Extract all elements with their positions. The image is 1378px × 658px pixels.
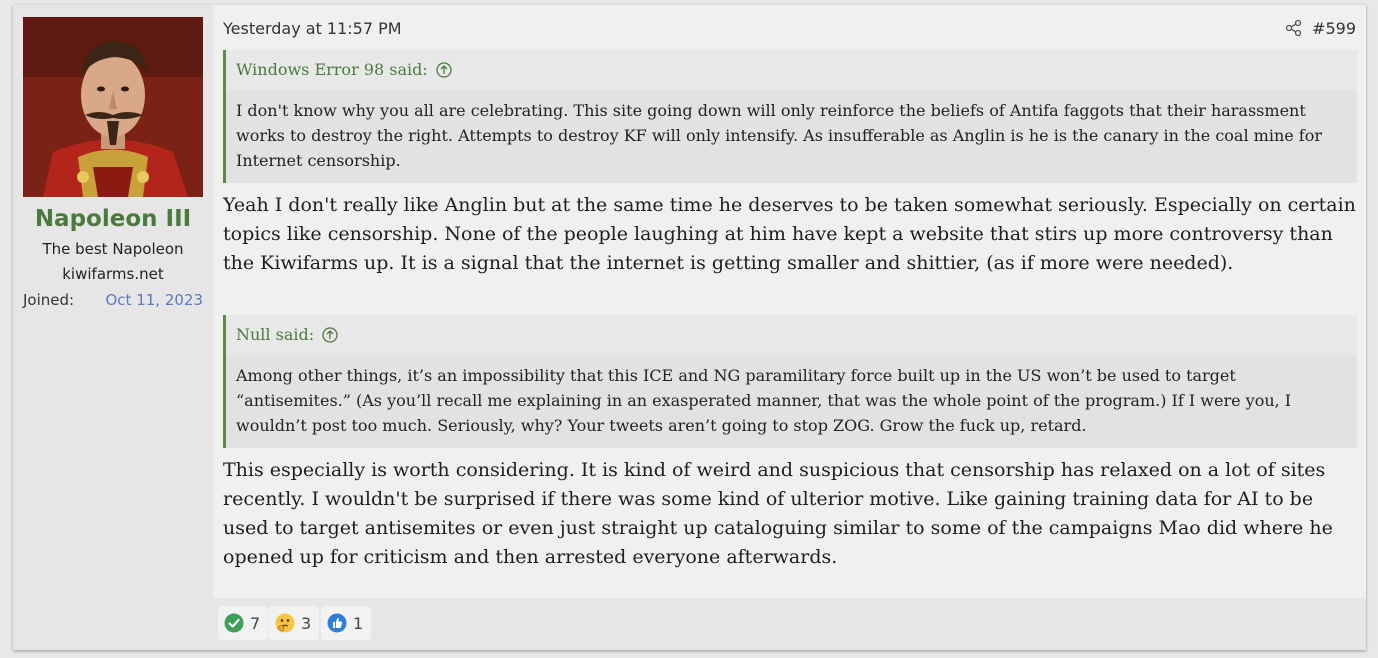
quote-block: Windows Error 98 said: I don't know why … xyxy=(223,50,1357,183)
reply-text: This especially is worth considering. It… xyxy=(223,459,1333,568)
username[interactable]: Napoleon III xyxy=(13,206,213,232)
reaction-count: 3 xyxy=(301,613,312,633)
check-icon xyxy=(224,613,244,633)
quote-author[interactable]: Null said: xyxy=(236,315,314,355)
reaction-thinking[interactable]: 3 xyxy=(269,606,320,640)
thinking-icon xyxy=(275,613,295,633)
reaction-agree[interactable]: 7 xyxy=(218,606,269,640)
share-icon[interactable] xyxy=(1285,19,1303,37)
post-number-link[interactable]: #599 xyxy=(1312,19,1356,38)
quote-text: I don't know why you all are celebrating… xyxy=(226,90,1357,183)
thumbs-up-icon xyxy=(327,613,347,633)
quote-header[interactable]: Windows Error 98 said: xyxy=(226,50,1357,90)
post-timestamp[interactable]: Yesterday at 11:57 PM xyxy=(223,19,402,38)
quote-author[interactable]: Windows Error 98 said: xyxy=(236,50,428,90)
reactions-bar: 7 3 1 xyxy=(213,598,1366,650)
reaction-count: 7 xyxy=(250,613,261,633)
joined-label: Joined: xyxy=(23,291,75,309)
reaction-count: 1 xyxy=(353,613,364,633)
joined-date: Oct 11, 2023 xyxy=(105,291,204,309)
quote-header[interactable]: Null said: xyxy=(226,315,1357,355)
quote-block: Null said: Among other things, it’s an i… xyxy=(223,315,1357,448)
forum-post: Napoleon III The best Napoleon kiwifarms… xyxy=(13,5,1366,650)
reply-text: Yeah I don't really like Anglin but at t… xyxy=(223,194,1356,274)
user-title: The best Napoleon xyxy=(42,240,184,258)
user-site: kiwifarms.net xyxy=(62,265,164,283)
reaction-like[interactable]: 1 xyxy=(321,606,372,640)
post-content: Yesterday at 11:57 PM #599 Windows Error… xyxy=(213,5,1366,598)
avatar[interactable] xyxy=(23,17,203,197)
quote-text: Among other things, it’s an impossibilit… xyxy=(226,355,1357,448)
jump-to-quote-icon[interactable] xyxy=(436,62,452,78)
user-sidebar: Napoleon III The best Napoleon kiwifarms… xyxy=(13,5,213,650)
jump-to-quote-icon[interactable] xyxy=(322,327,338,343)
avatar-portrait-image xyxy=(23,17,203,197)
